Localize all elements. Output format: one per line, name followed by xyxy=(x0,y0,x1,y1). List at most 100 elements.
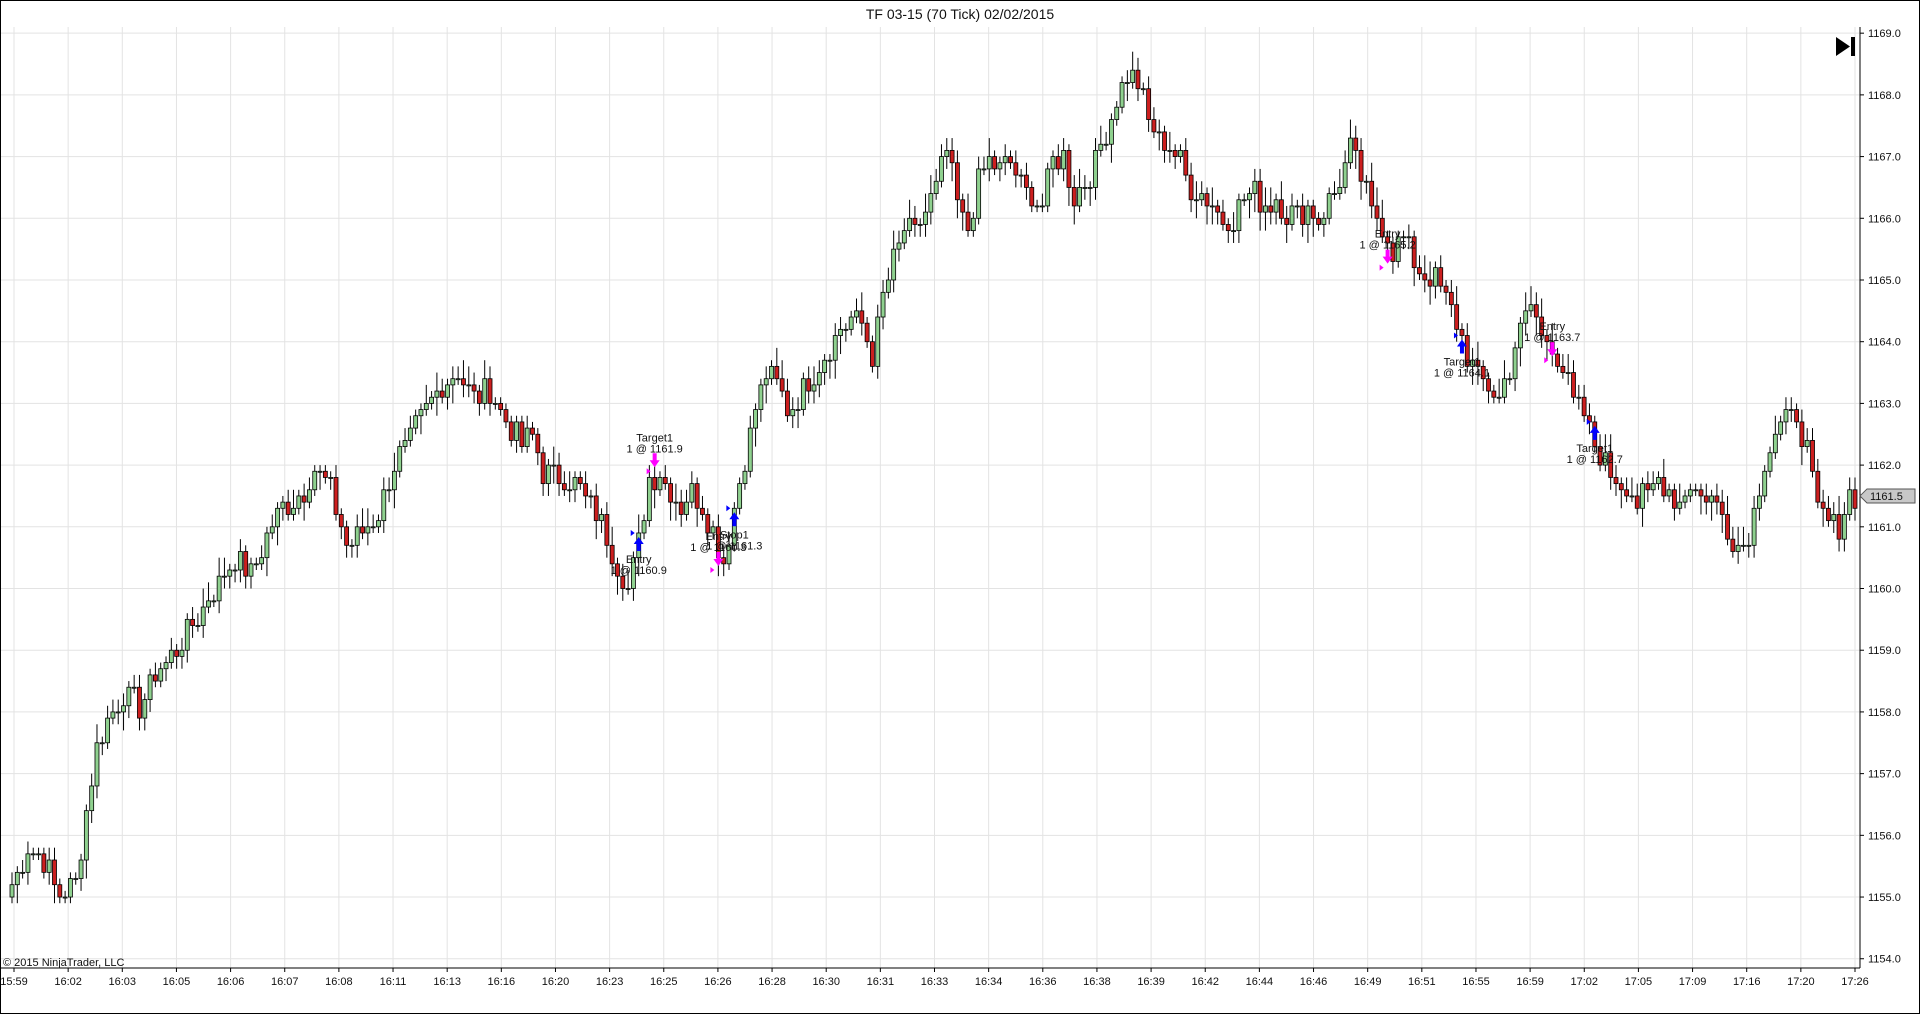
trade-label: 1 @ 1163.7 xyxy=(1524,332,1580,344)
x-tick-label: 17:20 xyxy=(1787,976,1815,988)
candle-body xyxy=(1337,187,1343,195)
y-tick-label: 1166.0 xyxy=(1868,213,1901,225)
candle-body xyxy=(57,884,63,898)
candle-body xyxy=(1332,193,1337,196)
candle-body xyxy=(1220,211,1226,225)
candle-body xyxy=(1576,396,1582,399)
candle-body xyxy=(407,427,413,441)
candle-body xyxy=(1257,180,1263,213)
candle-body xyxy=(1618,483,1624,491)
candle-body xyxy=(556,464,562,485)
candle-body xyxy=(1273,199,1279,213)
candle-body xyxy=(291,507,296,515)
candle-body xyxy=(668,483,673,503)
candle-body xyxy=(901,230,907,244)
candle-body xyxy=(530,427,535,435)
candle-body xyxy=(344,526,350,546)
candle-body xyxy=(413,415,419,429)
candle-body xyxy=(1741,544,1746,547)
candle-body xyxy=(1039,205,1045,208)
candle-body xyxy=(482,378,488,404)
trade-label: 1 @ 1162.7 xyxy=(1567,454,1623,466)
candle-body xyxy=(1443,285,1449,293)
candle-body xyxy=(1114,106,1120,120)
candle-body xyxy=(1093,150,1098,188)
candle-body xyxy=(1018,174,1024,177)
candle-body xyxy=(992,156,997,170)
candle xyxy=(800,372,806,416)
candle-body xyxy=(333,477,339,515)
y-tick-label: 1167.0 xyxy=(1868,152,1901,164)
x-tick-label: 16:23 xyxy=(596,976,624,988)
candle-body xyxy=(1767,452,1773,472)
candle-body xyxy=(328,477,334,479)
y-tick-label: 1157.0 xyxy=(1868,769,1901,781)
candle-body xyxy=(753,409,758,429)
candle-body xyxy=(126,686,132,707)
x-tick-label: 16:06 xyxy=(217,976,245,988)
x-tick-label: 16:55 xyxy=(1462,976,1490,988)
candle-body xyxy=(461,378,466,386)
candle-body xyxy=(1077,187,1082,207)
candle-body xyxy=(248,563,254,577)
candle-body xyxy=(317,470,323,473)
candle-body xyxy=(115,711,121,714)
candle-body xyxy=(269,526,275,534)
x-tick-label: 15:59 xyxy=(0,976,28,988)
x-tick-label: 16:02 xyxy=(54,976,82,988)
x-tick-label: 16:07 xyxy=(271,976,299,988)
y-tick-label: 1164.0 xyxy=(1868,337,1901,349)
candle-body xyxy=(450,378,456,386)
candle-body xyxy=(1401,236,1406,239)
candle-body xyxy=(275,507,280,528)
candle-body xyxy=(1486,378,1491,392)
candle-body xyxy=(875,316,881,367)
x-tick-label: 16:44 xyxy=(1246,976,1274,988)
candle-body xyxy=(1055,156,1061,170)
candle-body xyxy=(1533,304,1539,318)
candle-body xyxy=(1565,372,1571,374)
x-tick-label: 16:08 xyxy=(325,976,353,988)
candle-body xyxy=(870,341,875,367)
candle-body xyxy=(301,495,307,503)
candle-body xyxy=(1672,489,1677,509)
candle-body xyxy=(1353,137,1359,151)
candle-body xyxy=(1693,489,1699,492)
candle-body xyxy=(1103,143,1109,146)
candle-body xyxy=(1640,483,1645,509)
candle-body xyxy=(508,421,514,441)
candle-body xyxy=(94,742,100,787)
candle-body xyxy=(354,526,360,546)
x-tick-label: 17:02 xyxy=(1570,976,1598,988)
price-chart[interactable]: Entry1 @ 1160.9Target11 @ 1161.9Entry1 @… xyxy=(0,0,1920,1014)
x-tick-label: 16:34 xyxy=(975,976,1003,988)
candle-body xyxy=(785,390,790,417)
candle-body xyxy=(700,507,705,515)
x-tick-label: 16:13 xyxy=(433,976,461,988)
candle-body xyxy=(939,156,944,182)
candle-body xyxy=(296,495,302,509)
candle-body xyxy=(253,563,259,566)
candle-body xyxy=(1666,489,1672,497)
candle-body xyxy=(222,575,227,578)
candle-body xyxy=(153,674,158,682)
candle-body xyxy=(1661,477,1667,497)
candle-body xyxy=(386,489,392,492)
x-tick-label: 16:42 xyxy=(1191,976,1219,988)
candle-body xyxy=(1231,230,1236,233)
candle xyxy=(1045,162,1051,213)
candle-body xyxy=(1560,365,1566,373)
candle-body xyxy=(1772,433,1778,454)
candle-body xyxy=(211,600,217,603)
candle-body xyxy=(1735,544,1741,552)
candle-body xyxy=(832,335,838,361)
candle-body xyxy=(806,378,812,392)
candle-body xyxy=(1502,378,1507,398)
candle-body xyxy=(1374,205,1380,219)
candle-body xyxy=(1427,279,1433,287)
candle-body xyxy=(73,878,79,880)
candle-body xyxy=(721,557,727,565)
x-tick-label: 16:16 xyxy=(488,976,516,988)
candle-body xyxy=(609,544,615,565)
candle-body xyxy=(338,514,344,528)
